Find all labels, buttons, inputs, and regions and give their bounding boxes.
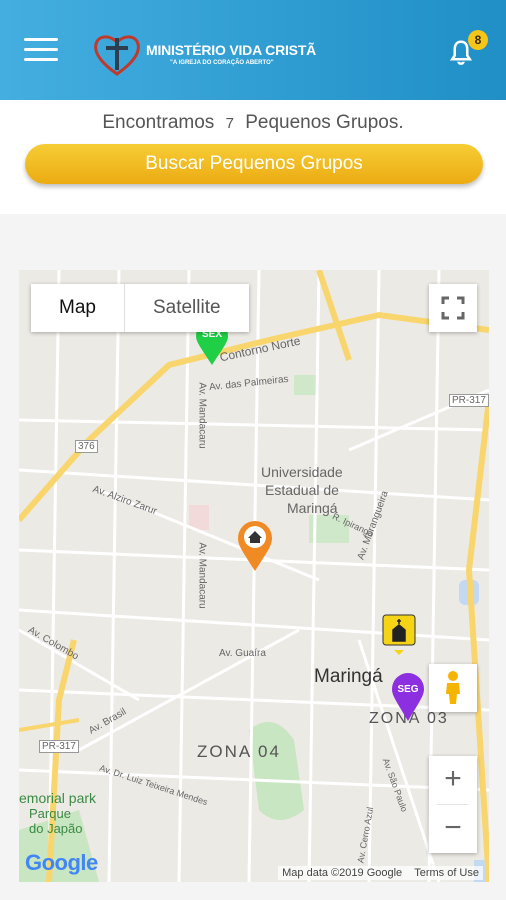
results-suffix: Pequenos Grupos. [245,112,404,133]
pegman-icon [446,671,460,704]
zoom-out-button[interactable]: − [429,805,477,853]
map-label-pr317-top: PR-317 [449,394,489,407]
map-label-maringa: Maringá [314,666,383,687]
map-type-satellite-button[interactable]: Satellite [125,284,249,332]
results-count-text: Encontramos 7 Pequenos Grupos. [0,112,506,134]
map-label-universidade: Universidade [261,464,343,480]
menu-icon[interactable] [24,36,60,64]
app-logo: MINISTÉRIO VIDA CRISTÃ "A IGREJA DO CORA… [92,30,316,78]
fullscreen-icon [441,296,465,320]
google-logo: Google [25,850,98,876]
map-view[interactable]: Contorno Norte Av. das Palmeiras 376 PR-… [19,270,489,882]
map-label-mandacaru: Av. Mandacaru [196,382,208,449]
map-label-japao: do Japão [29,821,83,836]
map-data-credit: Map data ©2019 Google [282,867,403,879]
map-marker-seg[interactable]: SEG [391,672,425,722]
app-name: MINISTÉRIO VIDA CRISTÃ [146,42,317,58]
heart-cross-logo-icon [94,35,140,76]
search-groups-button[interactable]: Buscar Pequenos Grupos [25,144,483,184]
zoom-in-button[interactable]: + [429,756,477,804]
results-prefix: Encontramos [102,112,215,133]
app-tagline: "A IGREJA DO CORAÇÃO ABERTO" [170,60,274,66]
map-label-zona-04: ZONA 04 [197,742,281,761]
results-count: 7 [225,115,234,132]
terms-of-use-link[interactable]: Terms of Use [414,867,479,879]
map-type-control: Map Satellite [31,284,249,332]
google-logo-text: Google [25,850,98,875]
map-label-route-376: 376 [75,440,98,453]
marker-day-label: SEG [397,684,419,695]
location-pin-icon [392,673,424,721]
app-header: MINISTÉRIO VIDA CRISTÃ "A IGREJA DO CORA… [0,0,506,100]
map-label-estadual: Estadual de [265,482,339,498]
map-marker-home[interactable] [237,520,273,572]
map-marker-church[interactable] [382,614,416,656]
street-view-button[interactable] [429,664,477,712]
zoom-control: + − [429,756,477,853]
map-label-mandacaru-2: Av. Mandacaru [196,542,208,609]
church-pin-icon [382,614,416,655]
notification-badge: 8 [468,30,488,50]
map-type-map-button[interactable]: Map [31,284,125,332]
map-label-guaira: Av. Guaíra [219,648,266,659]
home-pin-icon [238,521,272,571]
map-label-pr317-bottom: PR-317 [39,740,79,753]
map-label-maringa-uni: Maringá [287,500,338,516]
map-attribution: Map data ©2019 Google Terms of Use [278,866,483,880]
map-label-parque: Parque [29,806,71,821]
map-label-memorial-park: emorial park [19,790,97,806]
fullscreen-button[interactable] [429,284,477,332]
